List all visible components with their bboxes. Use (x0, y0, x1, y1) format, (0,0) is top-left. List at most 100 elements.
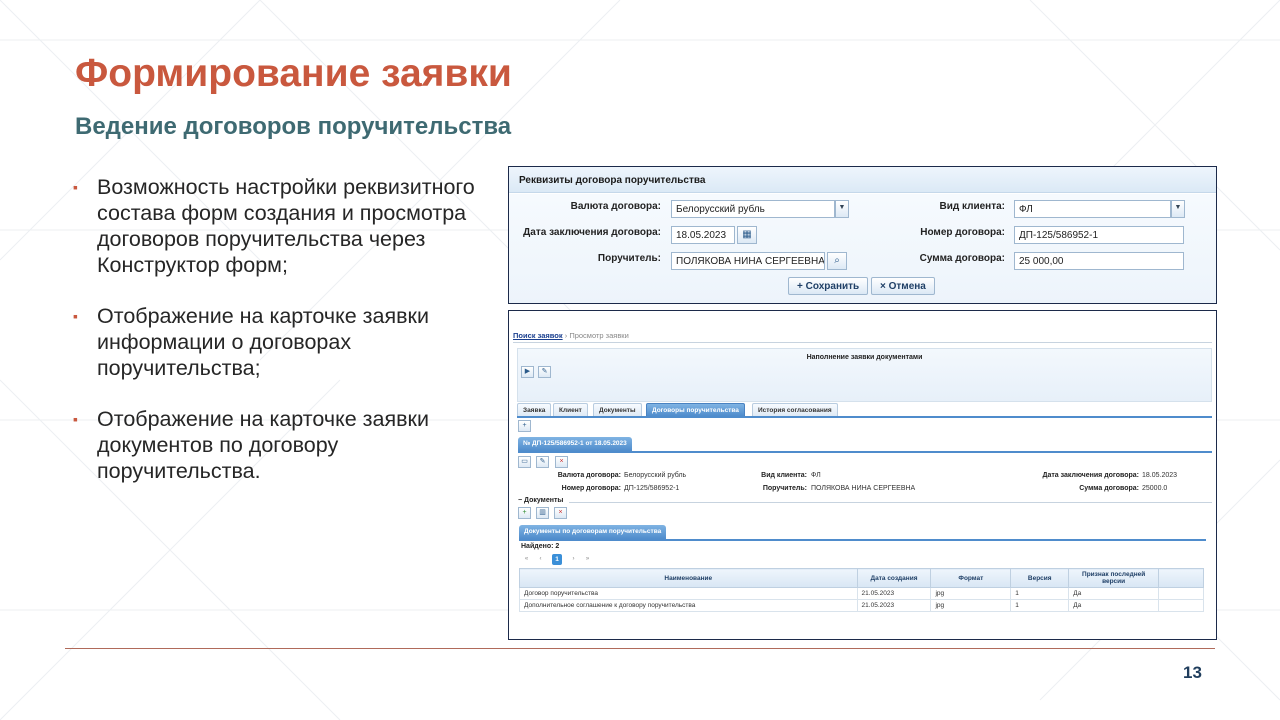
add-icon[interactable]: + (518, 420, 531, 432)
bullet-text: Отображение на карточке заявки информаци… (97, 304, 429, 380)
form-header: Реквизиты договора поручительства (509, 167, 1216, 193)
client-type-combo[interactable]: ФЛ (1014, 200, 1171, 218)
cell-format: jpg (930, 587, 1012, 600)
found-count: Найдено: 2 (521, 543, 560, 550)
cell-empty (1158, 587, 1204, 600)
documents-toggle[interactable]: − Документы (518, 497, 563, 504)
cell-date: 21.05.2023 (856, 599, 932, 612)
delete-icon[interactable]: × (554, 507, 567, 519)
divider (569, 502, 1212, 503)
bullet-marker-icon: ▪ (73, 179, 78, 195)
table-header-row: Наименование Дата создания Формат Версия… (519, 568, 1204, 588)
column-header-empty (1158, 568, 1204, 588)
number-label: Номер договора: (920, 227, 1005, 238)
tab-client[interactable]: Клиент (553, 403, 588, 416)
play-icon[interactable]: ▶ (521, 366, 534, 378)
currency-combo[interactable]: Белорусский рубль (671, 200, 835, 218)
edit-icon[interactable]: ✎ (536, 456, 549, 468)
bullet-item: ▪ Возможность настройки реквизитного сос… (73, 174, 483, 278)
info-currency-value: Белорусский рубль (624, 472, 687, 479)
bullet-marker-icon: ▪ (73, 308, 78, 324)
last-page-icon[interactable]: » (582, 555, 593, 564)
cell-empty (1158, 599, 1204, 612)
contract-form-screenshot: Реквизиты договора поручительства Валюта… (508, 166, 1217, 304)
sum-label: Сумма договора: (919, 253, 1005, 264)
bullet-list: ▪ Возможность настройки реквизитного сос… (73, 174, 483, 509)
plus-icon: + (797, 281, 806, 292)
guarantor-field[interactable]: ПОЛЯКОВА НИНА СЕРГЕЕВНА (671, 252, 825, 270)
tab-guarantee-contracts[interactable]: Договоры поручительства (646, 403, 745, 416)
info-date-label: Дата заключения договора: (1042, 472, 1140, 479)
cell-version: 1 (1010, 587, 1070, 600)
cell-name: Дополнительное соглашение к договору пор… (519, 599, 858, 612)
tab-application[interactable]: Заявка (517, 403, 552, 416)
table-row[interactable]: Дополнительное соглашение к договору пор… (519, 599, 1204, 612)
divider (513, 342, 1212, 343)
cell-version: 1 (1010, 599, 1070, 612)
section-title: Наполнение заявки документами (806, 354, 923, 361)
number-field[interactable]: ДП-125/586952-1 (1014, 226, 1184, 244)
info-guarantor-label: Поручитель: (762, 485, 807, 492)
breadcrumb-current: Просмотр заявки (569, 331, 629, 340)
close-icon: × (880, 281, 889, 292)
info-number-value: ДП-125/586952-1 (624, 485, 680, 492)
currency-label: Валюта договора: (570, 201, 661, 212)
tab-documents[interactable]: Документы (593, 403, 642, 416)
info-currency-label: Валюта договора: (557, 472, 621, 479)
column-header[interactable]: Версия (1010, 568, 1070, 588)
table-row[interactable]: Договор поручительства 21.05.2023 jpg 1 … (519, 587, 1204, 600)
calendar-icon[interactable]: ▦ (737, 226, 757, 244)
current-page[interactable]: 1 (552, 554, 562, 565)
slide-title: Формирование заявки (75, 52, 512, 95)
cell-latest: Да (1068, 587, 1160, 600)
tab-approval-history[interactable]: История согласования (752, 403, 838, 416)
column-header[interactable]: Признак последней версии (1068, 568, 1160, 588)
sum-field[interactable]: 25 000,00 (1014, 252, 1184, 270)
application-card-screenshot: Поиск заявок › Просмотр заявки Наполнени… (508, 310, 1217, 640)
chevron-down-icon[interactable]: ▼ (1171, 200, 1185, 218)
bullet-item: ▪ Отображение на карточке заявки докумен… (73, 406, 483, 484)
info-number-label: Номер договора: (561, 485, 621, 492)
cell-format: jpg (930, 599, 1012, 612)
chevron-down-icon[interactable]: ▼ (835, 200, 849, 218)
bullet-item: ▪ Отображение на карточке заявки информа… (73, 303, 483, 381)
add-icon[interactable]: + (518, 507, 531, 519)
cancel-button[interactable]: × Отмена (871, 277, 935, 295)
bullet-text: Возможность настройки реквизитного соста… (97, 175, 475, 277)
client-type-label: Вид клиента: (939, 201, 1005, 212)
breadcrumb: Поиск заявок › Просмотр заявки (513, 331, 629, 340)
page-number: 13 (1183, 663, 1202, 682)
card-view-icon[interactable]: ▭ (518, 456, 531, 468)
column-header[interactable]: Наименование (519, 568, 858, 588)
bullet-text: Отображение на карточке заявки документо… (97, 407, 429, 483)
info-guarantor-value: ПОЛЯКОВА НИНА СЕРГЕЕВНА (811, 485, 916, 492)
info-date-value: 18.05.2023 (1142, 472, 1178, 479)
cancel-button-label: Отмена (888, 281, 926, 292)
delete-icon[interactable]: × (555, 456, 568, 468)
slide-subtitle: Ведение договоров поручительства (75, 113, 512, 140)
guarantor-label: Поручитель: (597, 253, 661, 264)
save-button-label: Сохранить (805, 281, 860, 292)
breadcrumb-search-link[interactable]: Поиск заявок (513, 331, 563, 340)
info-sum-label: Сумма договора: (1079, 485, 1139, 492)
column-header[interactable]: Дата создания (856, 568, 932, 588)
contract-header[interactable]: № ДП-125/586952-1 от 18.05.2023 (518, 437, 632, 451)
column-header[interactable]: Формат (930, 568, 1012, 588)
next-page-icon[interactable]: › (568, 555, 579, 564)
info-client-type-value: ФЛ (811, 472, 821, 479)
first-page-icon[interactable]: « (521, 555, 532, 564)
prev-page-icon[interactable]: ‹ (535, 555, 546, 564)
search-icon[interactable]: ⌕ (827, 252, 847, 270)
tab-underline (517, 416, 1212, 418)
bullet-marker-icon: ▪ (73, 411, 78, 427)
info-client-type-label: Вид клиента: (761, 472, 807, 479)
cell-date: 21.05.2023 (856, 587, 932, 600)
form-body: Валюта договора: Белорусский рубль ▼ Вид… (509, 194, 1216, 303)
docs-header: Документы по договорам поручительства (519, 525, 667, 539)
save-button[interactable]: + Сохранить (788, 277, 869, 295)
book-icon[interactable]: ▥ (536, 507, 549, 519)
edit-icon[interactable]: ✎ (538, 366, 551, 378)
date-field[interactable]: 18.05.2023 (671, 226, 735, 244)
documents-table: Наименование Дата создания Формат Версия… (519, 568, 1204, 612)
date-label: Дата заключения договора: (523, 227, 661, 238)
